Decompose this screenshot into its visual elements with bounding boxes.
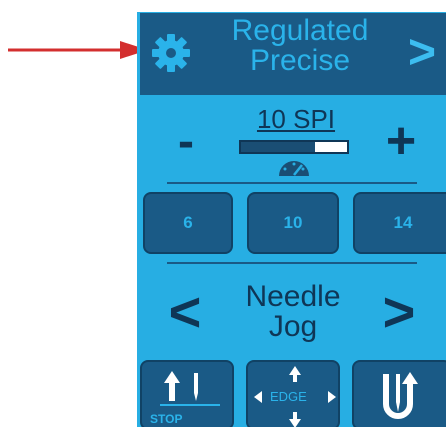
increase-spi-button[interactable]: + <box>376 115 426 167</box>
preset-button-14[interactable]: 14 <box>353 192 446 254</box>
mode-title-line2: Precise <box>249 44 351 77</box>
mode-header[interactable]: Regulated Precise > <box>140 13 446 95</box>
spi-level-fill <box>241 142 316 152</box>
spi-level-bar <box>239 140 349 154</box>
mode-title-line1: Regulated <box>231 14 369 47</box>
edge-button[interactable]: EDGE <box>246 360 340 427</box>
speedometer-icon <box>279 161 309 176</box>
edge-label: EDGE <box>270 389 307 404</box>
jog-label-line2: Jog <box>268 310 318 343</box>
spi-value: 10 SPI <box>256 104 336 134</box>
divider <box>167 262 417 264</box>
stop-label: STOP <box>150 412 183 426</box>
needle-up-icon <box>383 372 418 419</box>
jog-left-button[interactable]: < <box>162 282 208 342</box>
annotation-arrow <box>8 41 148 59</box>
jog-label: Needle Jog <box>230 282 356 342</box>
jog-right-button[interactable]: > <box>376 282 422 342</box>
divider <box>167 182 417 184</box>
preset-button-10[interactable]: 10 <box>247 192 339 254</box>
stop-needle-button[interactable]: STOP <box>140 360 234 427</box>
preset-button-6[interactable]: 6 <box>143 192 233 254</box>
jog-label-line1: Needle <box>245 280 341 313</box>
spi-control: - 10 SPI + <box>140 98 446 178</box>
needle-up-button[interactable] <box>352 360 446 427</box>
stop-needle-icon <box>160 371 220 406</box>
stitch-settings-panel: Regulated Precise > - 10 SPI + 6 10 14 <… <box>137 12 446 427</box>
gear-icon[interactable] <box>150 32 192 74</box>
decrease-spi-button[interactable]: - <box>166 118 206 166</box>
needle-jog-control: < Needle Jog > <box>140 272 446 352</box>
next-mode-button[interactable]: > <box>402 26 442 80</box>
mode-title: Regulated Precise <box>200 16 400 76</box>
